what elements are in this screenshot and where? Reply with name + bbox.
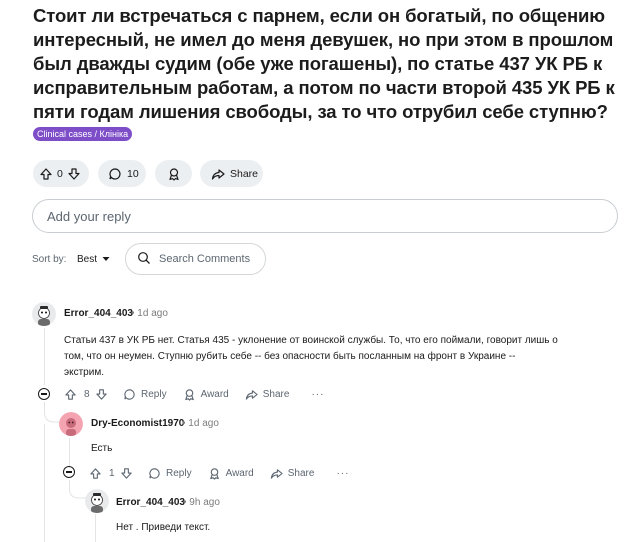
comment-meta: • 9h ago — [183, 497, 220, 508]
vote-control: 0 — [33, 160, 89, 187]
comment-icon — [124, 388, 135, 400]
comment-line: Нет . Приведи текст. — [116, 522, 211, 533]
collapse-thread-button[interactable] — [38, 388, 50, 400]
comment-time: 1d ago — [137, 308, 168, 319]
comment-line: Статьи 437 в УК РБ нет. Статья 435 - укл… — [64, 335, 558, 346]
comment-meta: • 1d ago — [182, 418, 219, 429]
comment-line: экстрим. — [64, 367, 104, 378]
reply-placeholder: Add your reply — [47, 208, 131, 224]
comment-username[interactable]: Error_404_403 — [116, 497, 185, 508]
comment-time: 9h ago — [189, 497, 220, 508]
comment-vote-count: 8 — [84, 388, 90, 400]
comment-body: Статьи 437 в УК РБ нет. Статья 435 - укл… — [64, 333, 558, 381]
upvote-icon[interactable] — [89, 467, 103, 480]
comment-time: 1d ago — [188, 418, 219, 429]
separator-dot: • — [183, 497, 187, 508]
reply-input[interactable]: Add your reply — [32, 199, 618, 233]
share-button[interactable]: Share — [270, 467, 315, 480]
share-button[interactable]: Share — [245, 388, 290, 401]
reply-label: Reply — [166, 467, 192, 479]
post-flair[interactable]: Clinical cases / Клініка — [33, 127, 133, 141]
award-label: Award — [200, 388, 229, 400]
search-comments-input[interactable]: Search Comments — [125, 243, 266, 275]
comment-body: Есть — [91, 441, 112, 457]
search-icon — [137, 251, 151, 268]
share-icon — [270, 468, 283, 479]
comment-vote-count: 1 — [109, 467, 115, 479]
comment-username[interactable]: Error_404_403 — [64, 308, 133, 319]
comment-line: том, что он неумен. Ступню рубить себе -… — [64, 351, 516, 362]
comment-count: 10 — [127, 167, 139, 180]
comment-line: Есть — [91, 443, 113, 454]
comment-body: Нет . Приведи текст. — [116, 520, 210, 536]
award-icon — [184, 388, 194, 401]
thread-line — [69, 438, 70, 468]
award-button[interactable] — [155, 160, 192, 187]
collapse-thread-button[interactable] — [63, 466, 75, 478]
share-icon — [211, 167, 225, 181]
more-options-icon[interactable]: ··· — [336, 468, 349, 479]
avatar[interactable] — [85, 489, 109, 513]
comment-meta: • 1d ago — [131, 308, 168, 319]
share-label: Share — [287, 467, 315, 479]
share-label: Share — [230, 167, 259, 180]
post-title: Стоит ли встречаться с парнем, если он б… — [33, 5, 615, 122]
vote-count: 0 — [57, 167, 63, 180]
award-icon — [209, 467, 219, 480]
separator-dot: • — [131, 308, 135, 319]
chevron-down-icon — [102, 254, 110, 265]
comment-icon — [108, 167, 122, 181]
comments-button[interactable]: 10 — [98, 160, 146, 187]
upvote-icon[interactable] — [39, 167, 53, 181]
thread-line — [95, 514, 96, 542]
thread-line — [44, 424, 45, 542]
award-button[interactable]: Award — [183, 388, 229, 401]
award-label: Award — [225, 467, 254, 479]
reply-button[interactable]: Reply — [148, 467, 192, 480]
share-icon — [245, 389, 258, 400]
comment-username[interactable]: Dry-Economist1970 — [91, 418, 184, 429]
reply-button[interactable]: Reply — [123, 388, 167, 401]
thread-line — [44, 328, 45, 385]
downvote-icon[interactable] — [67, 167, 81, 181]
separator-dot: • — [182, 418, 186, 429]
share-label: Share — [262, 388, 290, 400]
downvote-icon[interactable] — [120, 467, 133, 480]
avatar[interactable] — [32, 302, 56, 326]
award-button[interactable]: Award — [208, 467, 254, 480]
sort-dropdown[interactable]: Best — [77, 254, 110, 265]
reply-label: Reply — [141, 388, 167, 400]
more-options-icon[interactable]: ··· — [311, 389, 324, 400]
search-placeholder: Search Comments — [159, 253, 251, 265]
avatar[interactable] — [59, 412, 83, 436]
comment-actions: 1 Reply Award Share ··· — [89, 464, 349, 482]
comment-actions: 8 Reply Award Share ··· — [64, 385, 324, 403]
award-icon — [167, 167, 181, 181]
share-button[interactable]: Share — [200, 160, 263, 187]
upvote-icon[interactable] — [64, 388, 78, 401]
sort-value: Best — [77, 254, 98, 265]
comment-icon — [149, 467, 160, 479]
downvote-icon[interactable] — [95, 388, 108, 401]
sort-label: Sort by: — [32, 254, 67, 265]
